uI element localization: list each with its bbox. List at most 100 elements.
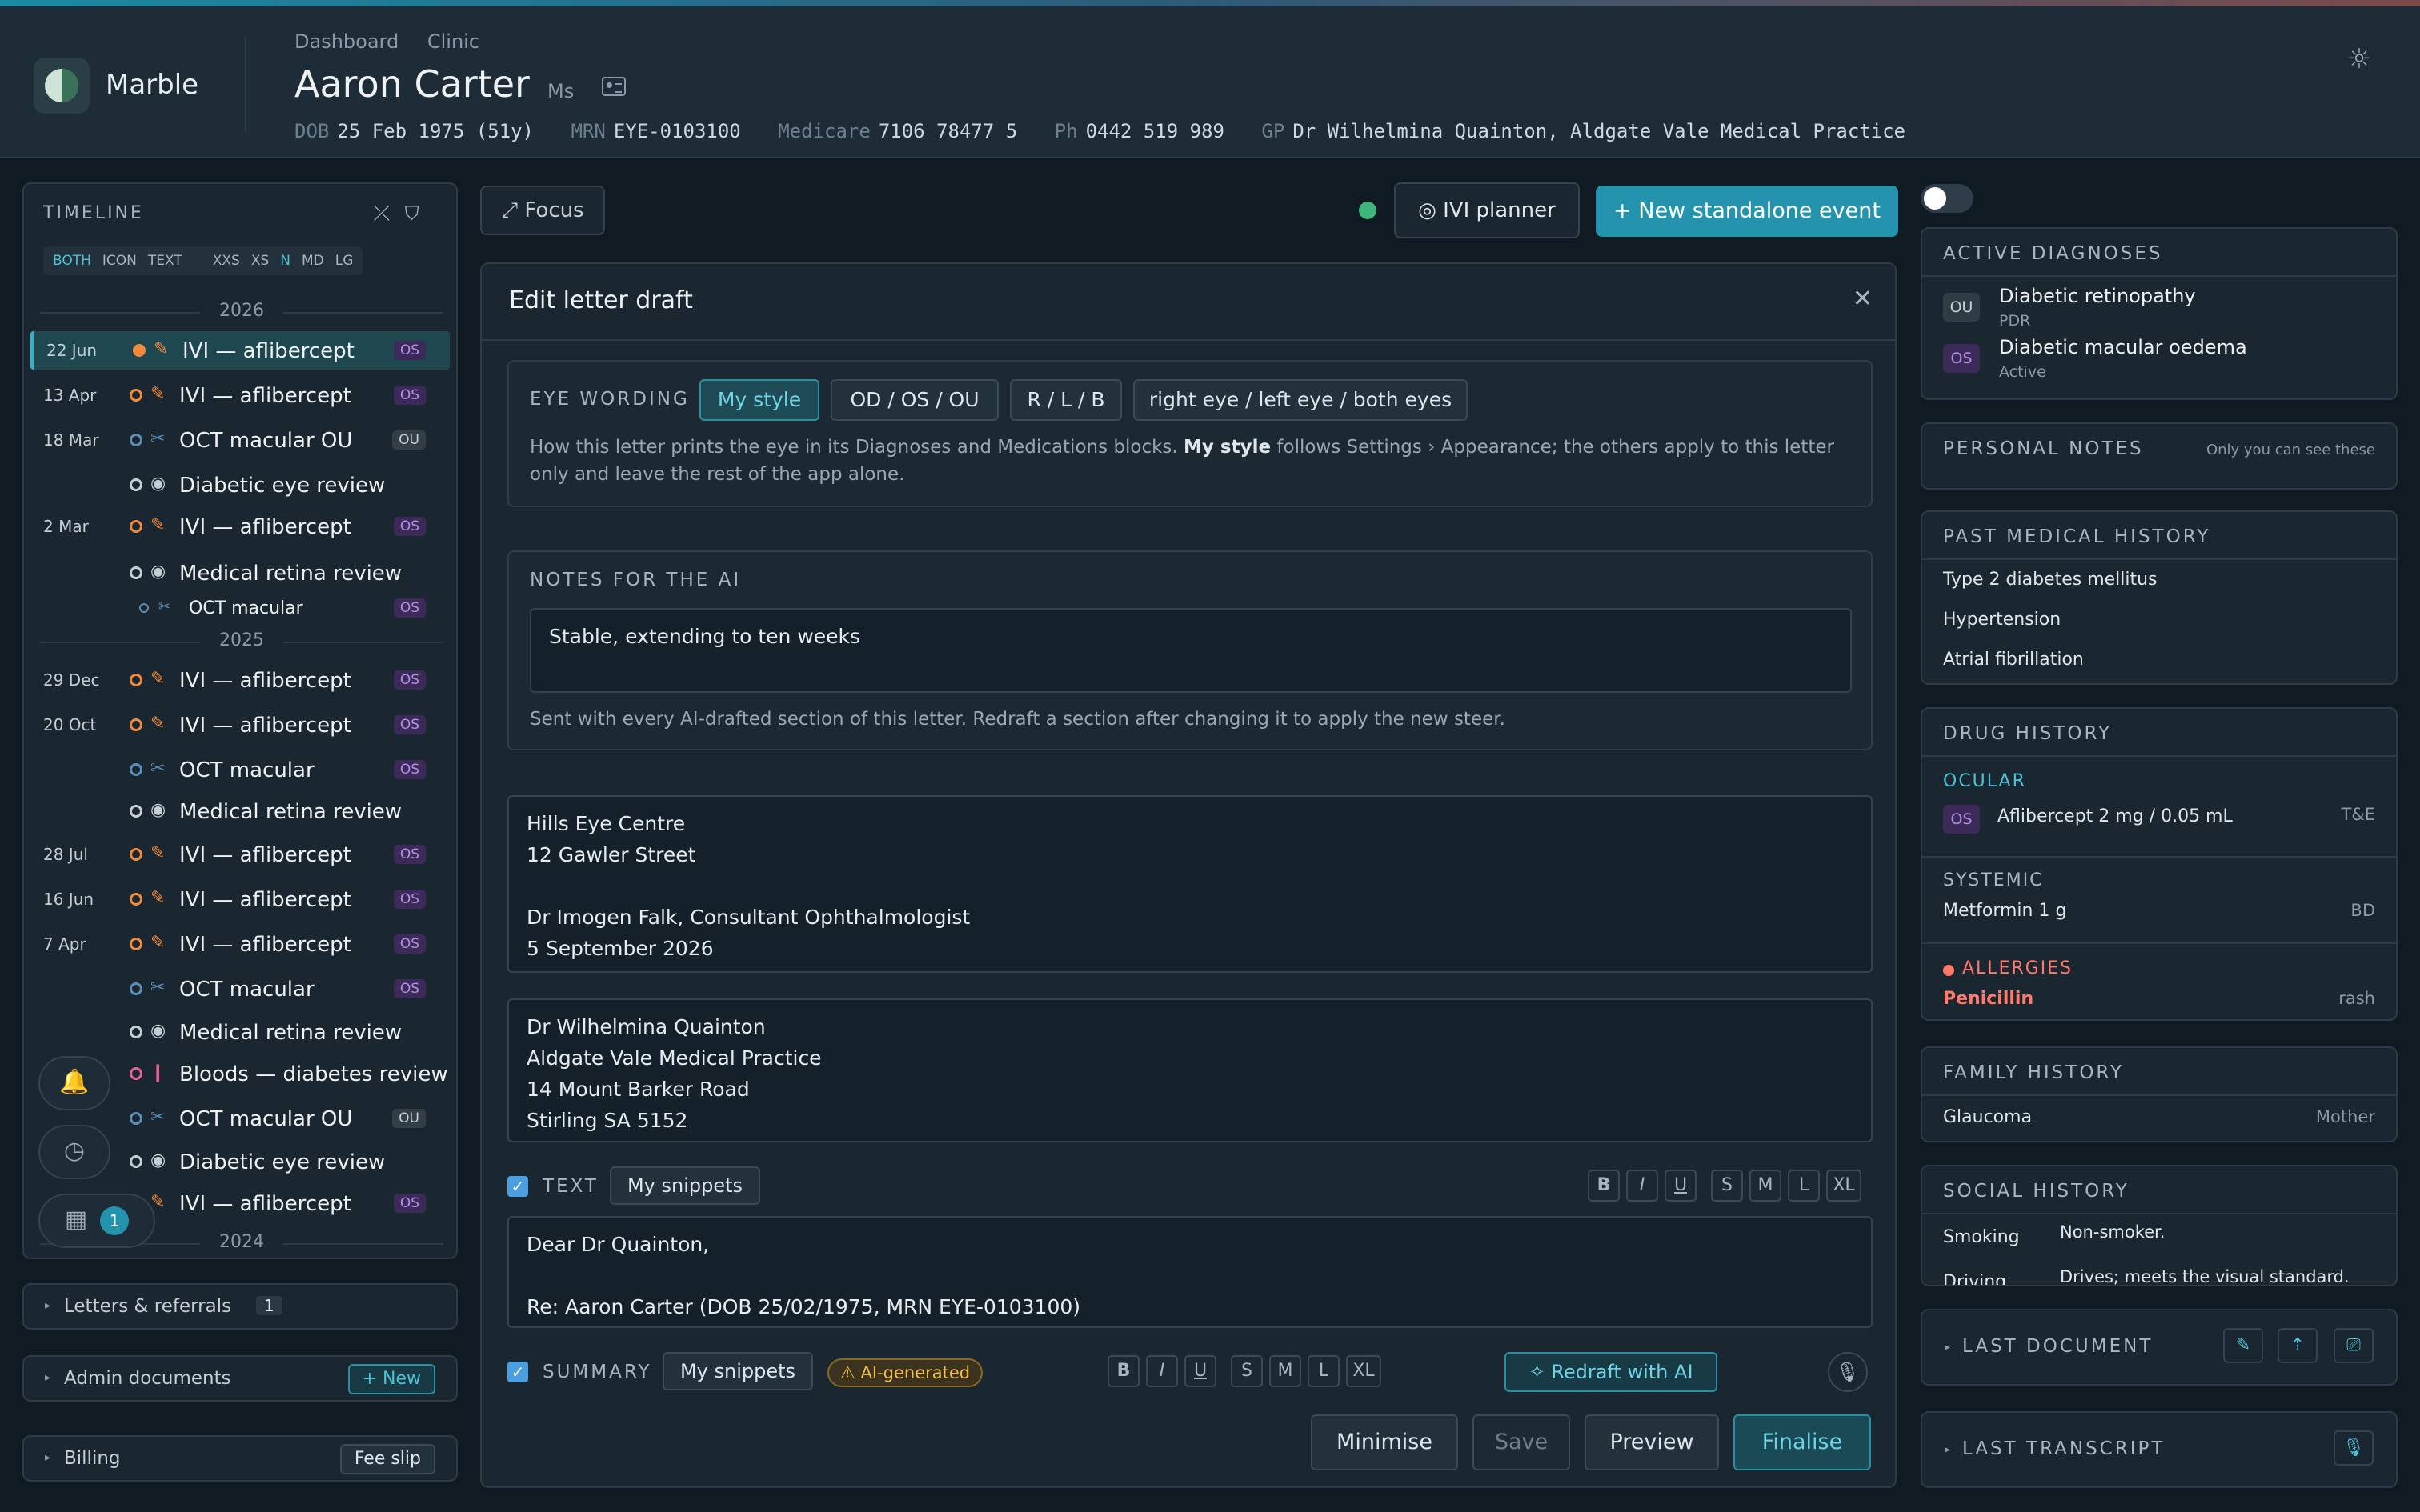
diagnosis-name[interactable]: Diabetic retinopathy (1999, 285, 2196, 307)
eye-wording-full-words[interactable]: right eye / left eye / both eyes (1133, 379, 1468, 421)
timeline-row[interactable]: ◉ Medical retina review (30, 792, 450, 830)
eye-wording-r-l-b[interactable]: R / L / B (1010, 379, 1122, 421)
pmh-item[interactable]: Hypertension (1943, 610, 2061, 630)
syringe-icon: ✎ (150, 843, 166, 863)
bold-button[interactable]: B (1588, 1170, 1620, 1202)
finalise-button[interactable]: Finalise (1733, 1414, 1871, 1470)
timeline-row[interactable]: 13 Apr ✎ IVI — aflibercept OS (30, 376, 450, 414)
timeline-row[interactable]: ◉ Medical retina review (30, 1013, 450, 1051)
timeline-row[interactable]: ✂ OCT macular OS (30, 750, 450, 789)
calendar-button[interactable]: ▦ 1 (38, 1194, 155, 1248)
last-transcript-panel[interactable]: LAST TRANSCRIPT ▸ 🎙 (1921, 1411, 2398, 1488)
collapse-icon[interactable]: ⤫ (373, 202, 404, 226)
summary-size-m-button[interactable]: M (1269, 1355, 1301, 1387)
admin-documents-section[interactable]: ▸ Admin documents + New (22, 1355, 458, 1402)
present-screen-icon[interactable]: ⎚ (2334, 1328, 2374, 1363)
new-standalone-event-button[interactable]: + New standalone event (1596, 186, 1898, 237)
summary-size-s-button[interactable]: S (1231, 1355, 1263, 1387)
summary-underline-button[interactable]: U (1184, 1355, 1216, 1387)
eye-wording-od-os-ou[interactable]: OD / OS / OU (831, 379, 999, 421)
focus-button[interactable]: ⤢ Focus (480, 186, 605, 235)
ocular-regimen: T&E (2341, 805, 2375, 824)
dictate-microphone-icon[interactable]: 🎙 (1828, 1352, 1868, 1392)
summary-size-xl-button[interactable]: XL (1346, 1355, 1381, 1387)
microphone-icon[interactable]: 🎙 (2334, 1430, 2374, 1466)
breadcrumb-clinic[interactable]: Clinic (427, 30, 479, 53)
family-history-item[interactable]: Glaucoma (1943, 1107, 2032, 1127)
systemic-drug[interactable]: Metformin 1 g (1943, 901, 2066, 921)
size-m-button[interactable]: M (1749, 1170, 1781, 1202)
minimise-button[interactable]: Minimise (1311, 1414, 1458, 1470)
ivi-planner-button[interactable]: ◎ IVI planner (1394, 182, 1580, 238)
summary-section-checkbox[interactable]: ✓ (507, 1362, 528, 1382)
panel-toggle-switch[interactable] (1921, 184, 1973, 213)
letter-text-textarea[interactable]: Dear Dr Quainton, Re: Aaron Carter (DOB … (507, 1216, 1873, 1328)
timeline-row[interactable]: 20 Oct ✎ IVI — aflibercept OS (30, 706, 450, 744)
ocular-drug[interactable]: Aflibercept 2 mg / 0.05 mL (1997, 806, 2233, 826)
breadcrumb-dashboard[interactable]: Dashboard (294, 30, 399, 53)
size-xxs[interactable]: XXS (213, 253, 240, 269)
timeline-row[interactable]: 28 Jul ✎ IVI — aflibercept OS (30, 835, 450, 874)
summary-bold-button[interactable]: B (1108, 1355, 1140, 1387)
caret-icon: ▸ (1945, 1443, 1951, 1456)
allergy-name[interactable]: Penicillin (1943, 989, 2033, 1009)
timeline-row[interactable]: 29 Dec ✎ IVI — aflibercept OS (30, 661, 450, 699)
save-button[interactable]: Save (1472, 1414, 1570, 1470)
timeline-row[interactable]: 18 Mar ✂ OCT macular OU OU (30, 421, 450, 459)
view-text[interactable]: TEXT (148, 253, 182, 269)
view-both[interactable]: BOTH (53, 253, 91, 269)
social-value[interactable]: Non-smoker. (2060, 1222, 2165, 1242)
text-section-checkbox[interactable]: ✓ (507, 1176, 528, 1197)
fee-slip-button[interactable]: Fee slip (339, 1444, 435, 1474)
recipient-address-textarea[interactable]: Dr Wilhelmina Quainton Aldgate Vale Medi… (507, 998, 1873, 1142)
notes-for-ai-input[interactable]: Stable, extending to ten weeks (530, 608, 1852, 693)
timeline-row[interactable]: ◉ Diabetic eye review (30, 466, 450, 504)
chevron-down-icon[interactable]: ⌄ (391, 563, 403, 580)
timeline-row[interactable]: ✂ OCT macular OS (30, 589, 450, 627)
personal-notes-panel[interactable]: PERSONAL NOTES Only you can see these (1921, 422, 2398, 490)
theme-toggle-sun-icon[interactable]: ☼ (2345, 45, 2374, 74)
size-n[interactable]: N (280, 253, 290, 269)
billing-section[interactable]: ▸ Billing Fee slip (22, 1435, 458, 1482)
letters-referrals-section[interactable]: ▸ Letters & referrals 1 (22, 1283, 458, 1330)
eye-wording-my-style[interactable]: My style (699, 379, 819, 421)
timeline-row[interactable]: 16 Jun ✎ IVI — aflibercept OS (30, 880, 450, 918)
caret-icon: ▸ (45, 1451, 51, 1464)
size-md[interactable]: MD (302, 253, 324, 269)
summary-size-l-button[interactable]: L (1308, 1355, 1340, 1387)
redraft-with-ai-button[interactable]: ✧ Redraft with AI (1504, 1352, 1717, 1392)
pmh-item[interactable]: Atrial fibrillation (1943, 650, 2084, 670)
timeline-row[interactable]: 2 Mar ✎ IVI — aflibercept OS (30, 507, 450, 546)
italic-button[interactable]: I (1626, 1170, 1658, 1202)
diagnosis-name[interactable]: Diabetic macular oedema (1999, 336, 2247, 358)
underline-button[interactable]: U (1665, 1170, 1697, 1202)
preview-button[interactable]: Preview (1585, 1414, 1719, 1470)
allergy-reaction: rash (2338, 989, 2375, 1008)
filter-icon[interactable]: ⛉ (404, 202, 434, 226)
summary-italic-button[interactable]: I (1146, 1355, 1178, 1387)
history-clock-icon[interactable]: ◷ (38, 1125, 110, 1179)
size-xs[interactable]: XS (251, 253, 269, 269)
size-l-button[interactable]: L (1788, 1170, 1820, 1202)
close-icon[interactable]: ✕ (1853, 285, 1873, 313)
sender-address-textarea[interactable]: Hills Eye Centre 12 Gawler Street Dr Imo… (507, 795, 1873, 973)
marble-logo-icon[interactable] (34, 58, 90, 114)
size-s-button[interactable]: S (1711, 1170, 1743, 1202)
size-lg[interactable]: LG (335, 253, 354, 269)
text-my-snippets-button[interactable]: My snippets (610, 1166, 760, 1205)
view-icon[interactable]: ICON (102, 253, 137, 269)
pmh-item[interactable]: Type 2 diabetes mellitus (1943, 570, 2158, 590)
id-card-icon[interactable] (602, 77, 626, 96)
timeline-row[interactable]: 22 Jun ✎ IVI — aflibercept OS (30, 331, 450, 370)
last-document-panel[interactable]: LAST DOCUMENT ▸ ✎ ⇡ ⎚ (1921, 1309, 2398, 1386)
timeline-row[interactable]: ◉ Medical retina review ⌄ (30, 554, 450, 592)
summary-my-snippets-button[interactable]: My snippets (663, 1352, 813, 1390)
document-upload-icon[interactable]: ⇡ (2278, 1328, 2318, 1363)
edit-pencil-icon[interactable]: ✎ (2223, 1328, 2263, 1363)
size-xl-button[interactable]: XL (1826, 1170, 1861, 1202)
notifications-bell-icon[interactable]: 🔔 (38, 1056, 110, 1110)
timeline-row[interactable]: 7 Apr ✎ IVI — aflibercept OS (30, 925, 450, 963)
new-admin-document-button[interactable]: + New (347, 1364, 435, 1394)
social-value[interactable]: Drives; meets the visual standard. (2060, 1267, 2350, 1285)
timeline-row[interactable]: ✂ OCT macular OS (30, 970, 450, 1008)
